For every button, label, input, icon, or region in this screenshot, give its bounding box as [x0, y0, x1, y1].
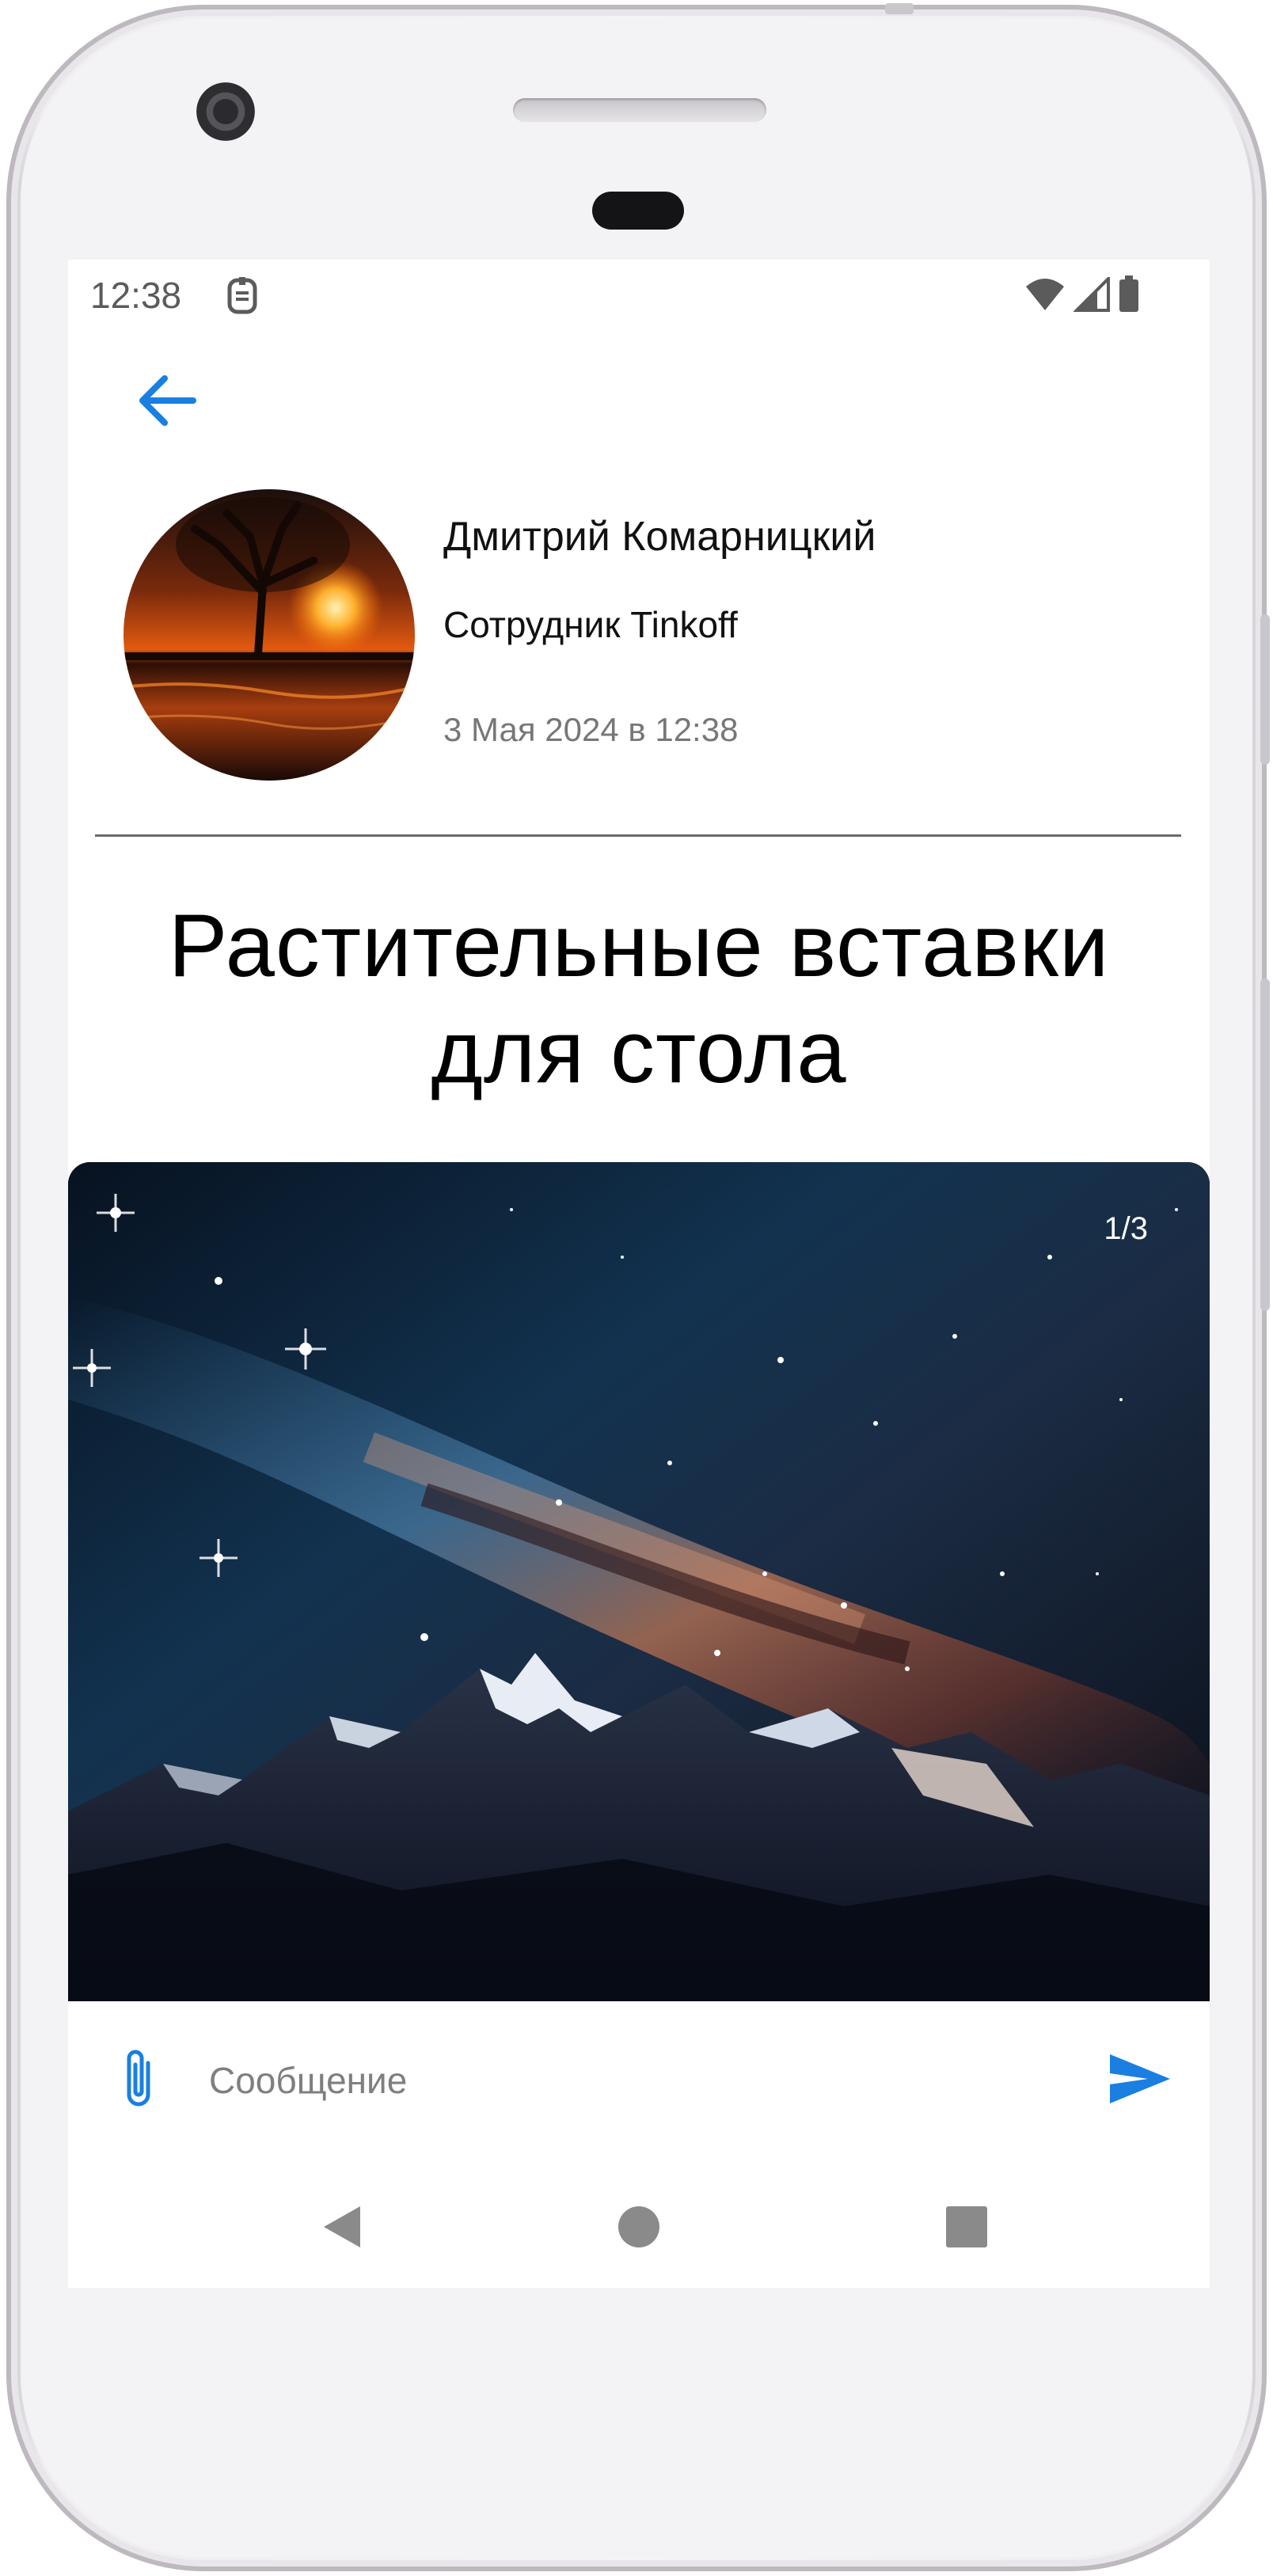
arrow-left-icon — [139, 375, 196, 426]
image-gallery[interactable]: 1/3 — [68, 1162, 1210, 2001]
back-button[interactable] — [128, 363, 204, 439]
home-circle-icon — [618, 2206, 659, 2247]
paperclip-icon — [127, 2050, 150, 2107]
battery-icon — [1118, 275, 1140, 317]
back-triangle-icon — [324, 2206, 360, 2247]
wifi-icon — [1024, 277, 1066, 316]
post-title-line-2: для стола — [431, 1002, 847, 1101]
cellular-signal-icon — [1073, 275, 1110, 316]
post-date: 3 Мая 2024 в 12:38 — [443, 711, 739, 748]
volume-button — [1260, 978, 1270, 1311]
nav-back-button[interactable] — [306, 2191, 377, 2263]
nav-home-button[interactable] — [603, 2191, 674, 2263]
gallery-counter: 1/3 — [1104, 1211, 1148, 1246]
recents-square-icon — [946, 2206, 987, 2247]
status-bar: 12:38 — [68, 260, 1210, 331]
status-right-icons — [1024, 275, 1140, 317]
author-role: Сотрудник Tinkoff — [443, 604, 738, 645]
send-button[interactable] — [1099, 2039, 1181, 2118]
status-time: 12:38 — [90, 275, 182, 316]
phone-frame: 12:38 Дмитрий Комарницкий Сотрудник Tink… — [6, 3, 1270, 2571]
author-avatar[interactable] — [124, 489, 415, 781]
earpiece-speaker — [513, 98, 766, 122]
author-name[interactable]: Дмитрий Комарницкий — [443, 513, 876, 560]
attach-button[interactable] — [103, 2039, 174, 2118]
power-button — [1260, 614, 1270, 765]
divider — [95, 834, 1181, 837]
front-camera — [196, 82, 255, 141]
post-title-line-1: Растительные вставки — [168, 896, 1110, 995]
top-button — [885, 3, 914, 14]
nav-recents-button[interactable] — [931, 2191, 1002, 2263]
screen: 12:38 Дмитрий Комарницкий Сотрудник Tink… — [68, 260, 1210, 2288]
message-input[interactable] — [207, 2049, 999, 2112]
sim-card-icon — [222, 275, 263, 317]
system-nav-bar — [68, 2160, 1210, 2288]
proximity-sensor — [592, 192, 684, 230]
post-title: Растительные вставки для стола — [68, 893, 1210, 1105]
gallery-image — [68, 1162, 1210, 2001]
message-composer — [68, 2001, 1210, 2160]
send-icon — [1110, 2054, 1170, 2103]
